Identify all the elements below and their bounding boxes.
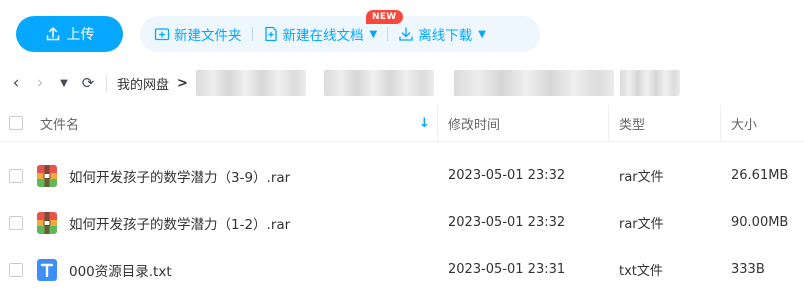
new-badge: NEW xyxy=(366,10,403,24)
new-online-doc-label: 新建在线文档 xyxy=(282,28,364,44)
redacted-breadcrumb-path xyxy=(453,70,614,96)
table-row[interactable]: 如何开发孩子的数学潜力（3-9）.rar 2023-05-01 23:32 ra… xyxy=(0,152,804,199)
nav-divider xyxy=(106,74,107,92)
back-arrow-icon[interactable]: ‹ xyxy=(4,73,28,93)
table-header: 文件名 ↓ 修改时间 类型 大小 xyxy=(0,105,804,142)
new-online-doc-button[interactable]: 新建在线文档 ▼ xyxy=(263,24,378,44)
file-type: rar文件 xyxy=(619,170,664,185)
select-all-checkbox[interactable] xyxy=(9,116,23,130)
header-type[interactable]: 类型 xyxy=(619,114,645,133)
file-name[interactable]: 000资源目录.txt xyxy=(69,260,172,280)
upload-label: 上传 xyxy=(66,27,95,43)
chevron-down-icon: ▼ xyxy=(478,28,486,40)
file-modified-time: 2023-05-01 23:32 xyxy=(448,168,566,183)
file-type: rar文件 xyxy=(619,217,664,232)
history-dropdown-icon[interactable]: ▼ xyxy=(52,78,76,89)
file-table: 文件名 ↓ 修改时间 类型 大小 如何开发孩子的数学潜力（3-9）.rar 20… xyxy=(0,105,804,293)
column-divider[interactable] xyxy=(437,105,438,141)
upload-icon xyxy=(46,27,59,41)
breadcrumb-separator: > xyxy=(177,75,188,91)
table-row[interactable]: 如何开发孩子的数学潜力（1-2）.rar 2023-05-01 23:32 ra… xyxy=(0,199,804,246)
rar-file-icon xyxy=(37,211,57,234)
file-name[interactable]: 如何开发孩子的数学潜力（3-9）.rar xyxy=(69,166,290,186)
toolbar-divider xyxy=(387,27,389,41)
txt-file-icon xyxy=(37,258,57,281)
download-icon xyxy=(399,27,413,41)
toolbar-actions: 新建文件夹 新建在线文档 ▼ 离线下载 ▼ NEW xyxy=(140,10,540,52)
redacted-breadcrumb-path xyxy=(323,70,434,96)
redacted-breadcrumb-path xyxy=(619,70,680,96)
chevron-down-icon: ▼ xyxy=(369,28,378,40)
new-folder-icon xyxy=(154,28,170,41)
file-name[interactable]: 如何开发孩子的数学潜力（1-2）.rar xyxy=(69,213,290,233)
row-checkbox[interactable] xyxy=(9,168,23,183)
file-modified-time: 2023-05-01 23:32 xyxy=(448,215,566,230)
toolbar: 上传 新建文件夹 新建在线文档 ▼ 离线下载 ▼ NEW xyxy=(0,0,804,68)
header-name[interactable]: 文件名 xyxy=(40,114,79,133)
redacted-breadcrumb-path xyxy=(195,70,306,96)
navigation-bar: ‹ › ▼ ⟳ 我的网盘 > xyxy=(0,68,804,98)
offline-download-label: 离线下载 xyxy=(418,28,473,44)
sort-descending-icon[interactable]: ↓ xyxy=(419,116,430,131)
new-doc-icon xyxy=(264,26,277,42)
file-size: 26.61MB xyxy=(731,168,789,183)
row-checkbox[interactable] xyxy=(9,262,23,277)
offline-download-button[interactable]: 离线下载 ▼ xyxy=(398,24,486,44)
column-divider[interactable] xyxy=(608,105,609,141)
header-modified-time[interactable]: 修改时间 xyxy=(448,114,500,133)
new-folder-label: 新建文件夹 xyxy=(174,28,242,44)
column-divider[interactable] xyxy=(720,105,721,141)
row-checkbox[interactable] xyxy=(9,215,23,230)
file-size: 90.00MB xyxy=(731,215,789,230)
table-row[interactable]: 000资源目录.txt 2023-05-01 23:31 txt文件 333B xyxy=(0,246,804,293)
toolbar-divider xyxy=(251,27,253,41)
rar-file-icon xyxy=(37,164,57,187)
breadcrumb-root[interactable]: 我的网盘 xyxy=(117,74,169,93)
forward-arrow-icon[interactable]: › xyxy=(28,73,52,93)
upload-button[interactable]: 上传 xyxy=(16,16,123,52)
refresh-icon[interactable]: ⟳ xyxy=(76,74,100,92)
header-size[interactable]: 大小 xyxy=(731,114,757,133)
file-type: txt文件 xyxy=(619,264,663,279)
new-folder-button[interactable]: 新建文件夹 xyxy=(154,24,242,44)
